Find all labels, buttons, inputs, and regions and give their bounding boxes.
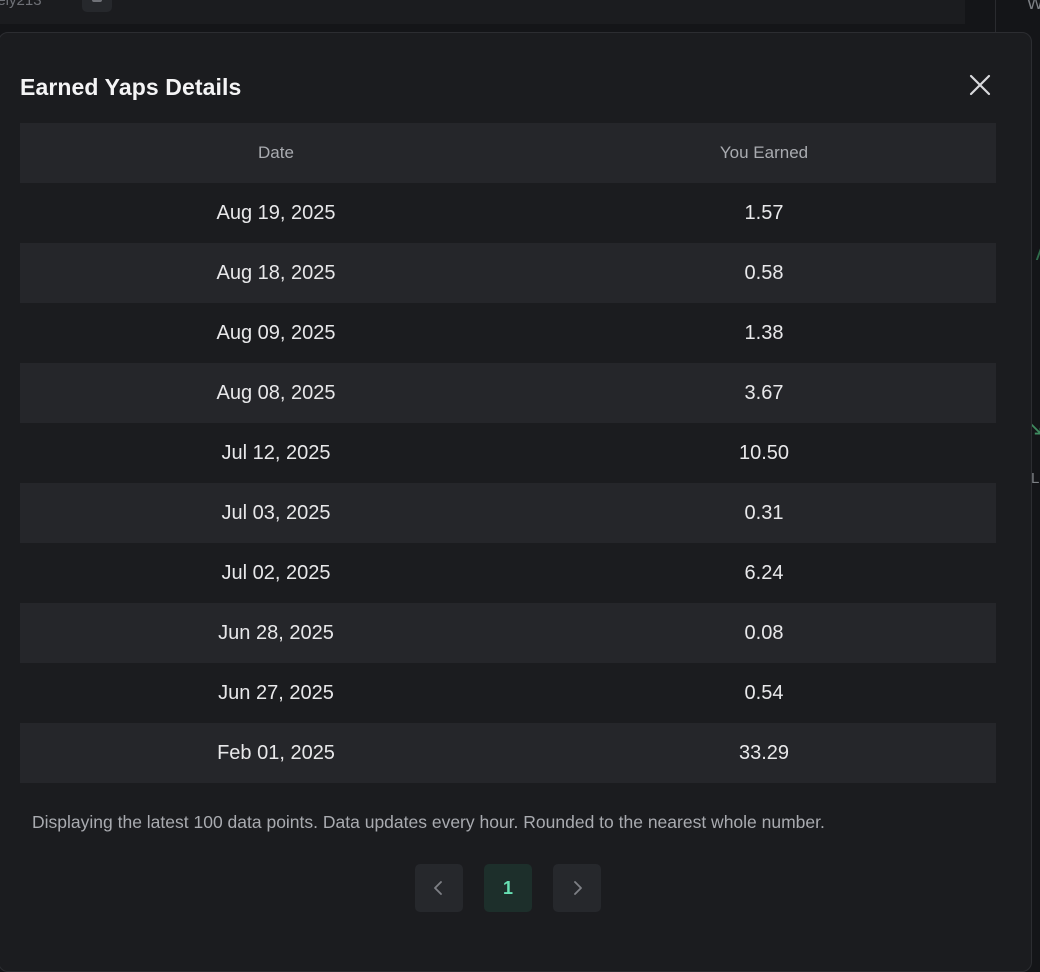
cell-date: Aug 09, 2025 [20,322,532,345]
cell-earned: 0.31 [532,502,996,525]
cell-date: Jun 27, 2025 [20,682,532,705]
earned-table: Date You Earned Aug 19, 20251.57Aug 18, … [20,123,996,783]
background-top-bar: iely213 [0,0,965,24]
cell-date: Feb 01, 2025 [20,742,532,765]
table-row: Jul 02, 20256.24 [20,543,996,603]
table-row: Jul 03, 20250.31 [20,483,996,543]
cell-date: Jul 12, 2025 [20,442,532,465]
table-row: Jun 27, 20250.54 [20,663,996,723]
close-button[interactable] [965,70,995,100]
next-page-button[interactable] [553,864,601,912]
page-button-current[interactable]: 1 [484,864,532,912]
background-right-text-bottom: L [1031,470,1039,487]
close-icon [965,70,995,100]
cell-date: Aug 19, 2025 [20,202,532,225]
earned-yaps-modal: Earned Yaps Details Date You Earned Aug … [0,32,1032,972]
cell-date: Aug 18, 2025 [20,262,532,285]
table-header-row: Date You Earned [20,123,996,183]
table-row: Aug 18, 20250.58 [20,243,996,303]
cell-date: Jul 02, 2025 [20,562,532,585]
cell-earned: 3.67 [532,382,996,405]
table-row: Aug 08, 20253.67 [20,363,996,423]
chevron-left-icon [430,879,448,897]
modal-title: Earned Yaps Details [20,74,241,101]
previous-page-button[interactable] [415,864,463,912]
copy-button[interactable] [82,0,112,12]
column-header-earned: You Earned [532,143,996,163]
cell-date: Jul 03, 2025 [20,502,532,525]
cell-date: Aug 08, 2025 [20,382,532,405]
table-body: Aug 19, 20251.57Aug 18, 20250.58Aug 09, … [20,183,996,783]
table-row: Aug 09, 20251.38 [20,303,996,363]
copy-icon [92,0,102,2]
table-row: Jun 28, 20250.08 [20,603,996,663]
cell-earned: 6.24 [532,562,996,585]
table-row: Feb 01, 202533.29 [20,723,996,783]
background-right-text-top: W [1027,0,1040,14]
table-row: Aug 19, 20251.57 [20,183,996,243]
background-username: iely213 [0,0,42,9]
cell-earned: 10.50 [532,442,996,465]
cell-earned: 1.38 [532,322,996,345]
cell-earned: 0.58 [532,262,996,285]
footnote: Displaying the latest 100 data points. D… [32,812,825,833]
cell-earned: 0.54 [532,682,996,705]
table-row: Jul 12, 202510.50 [20,423,996,483]
cell-earned: 1.57 [532,202,996,225]
cell-earned: 33.29 [532,742,996,765]
cell-date: Jun 28, 2025 [20,622,532,645]
column-header-date: Date [20,143,532,163]
chevron-right-icon [568,879,586,897]
cell-earned: 0.08 [532,622,996,645]
